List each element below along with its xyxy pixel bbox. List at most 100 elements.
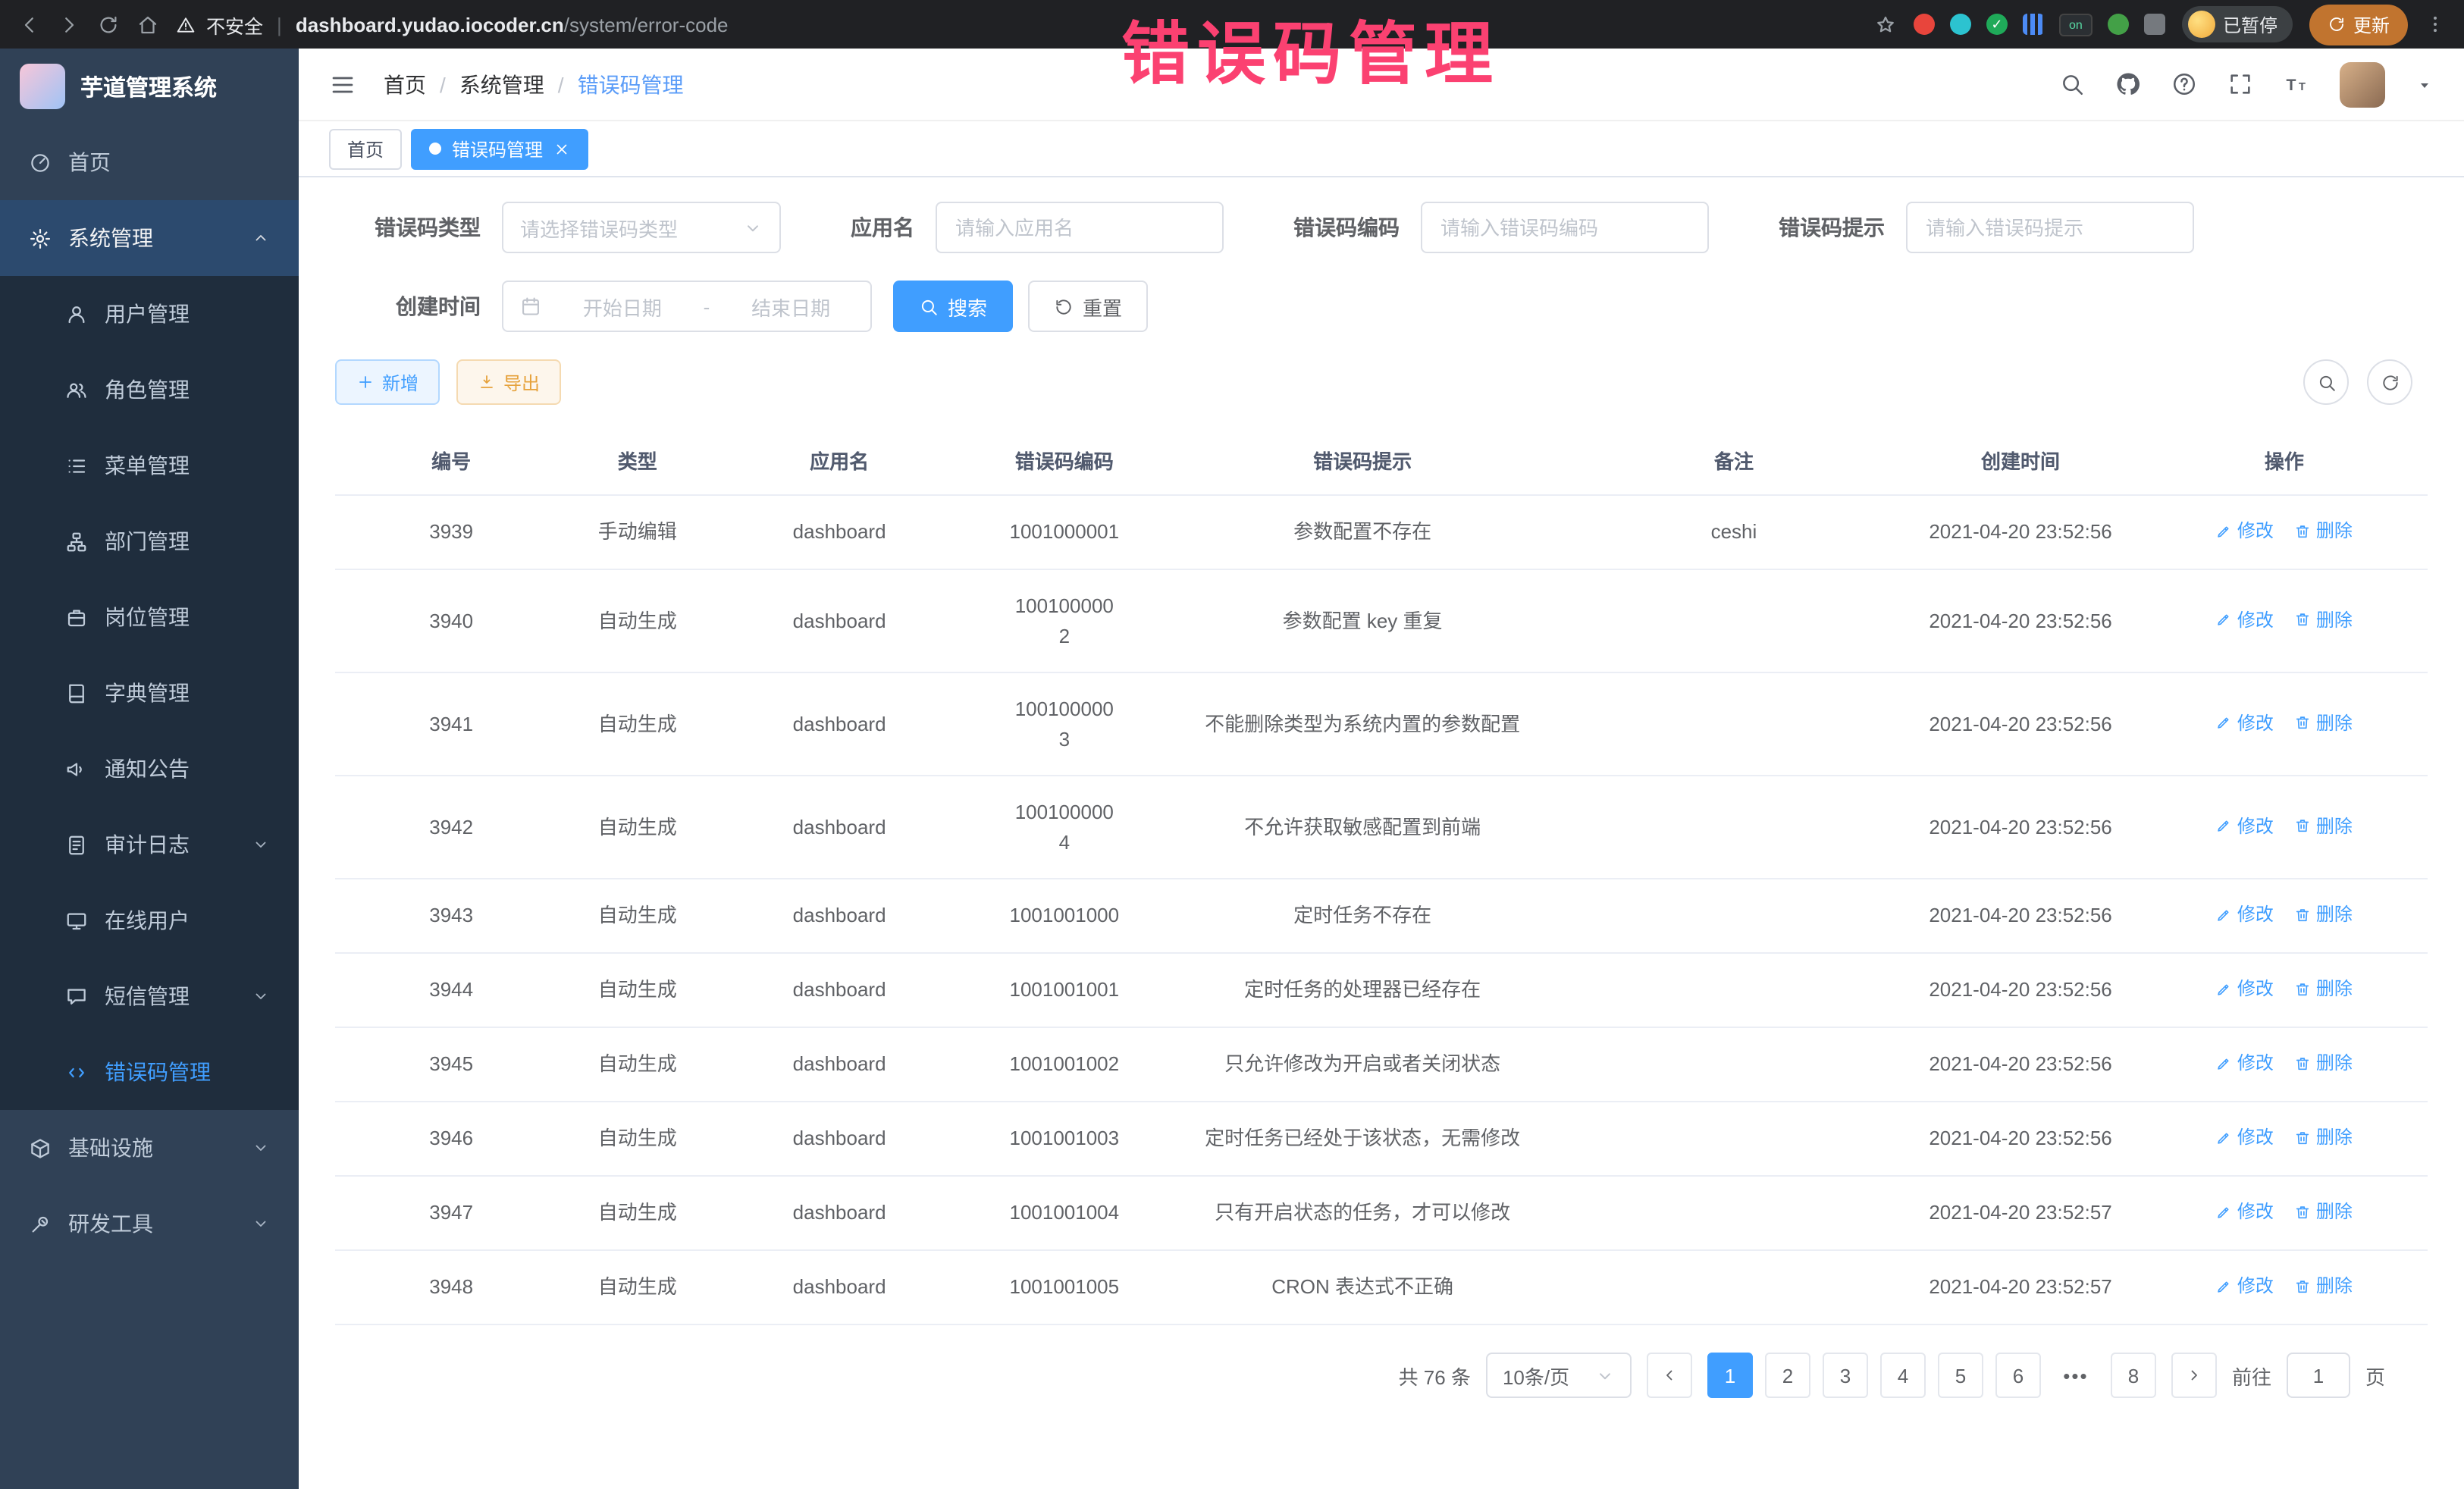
- delete-link[interactable]: 删除: [2295, 1198, 2353, 1225]
- page-button-5[interactable]: 5: [1938, 1353, 1983, 1398]
- edit-link[interactable]: 修改: [2216, 1272, 2274, 1299]
- browser-update-button[interactable]: 更新: [2309, 4, 2408, 45]
- page-button-6[interactable]: 6: [1995, 1353, 2041, 1398]
- close-icon[interactable]: [553, 140, 570, 157]
- sidebar-item-menus[interactable]: 菜单管理: [0, 428, 299, 503]
- edit-link[interactable]: 修改: [2216, 901, 2274, 928]
- chevron-down-icon: [1595, 1365, 1615, 1385]
- page-size-select[interactable]: 10条/页: [1486, 1353, 1632, 1398]
- edit-link[interactable]: 修改: [2216, 1049, 2274, 1077]
- cell-type: 自动生成: [567, 879, 707, 953]
- delete-link[interactable]: 删除: [2295, 812, 2353, 839]
- sidebar-item-roles[interactable]: 角色管理: [0, 352, 299, 428]
- error-code-input[interactable]: [1421, 202, 1709, 253]
- extension-on-badge[interactable]: on: [2059, 13, 2093, 36]
- sidebar-item-sms[interactable]: 短信管理: [0, 958, 299, 1034]
- delete-link[interactable]: 删除: [2295, 901, 2353, 928]
- extension-red-icon[interactable]: [1914, 14, 1935, 35]
- prev-page-button[interactable]: [1647, 1353, 1692, 1398]
- next-page-button[interactable]: [2171, 1353, 2217, 1398]
- error-type-select[interactable]: 请选择错误码类型: [502, 202, 781, 253]
- delete-link[interactable]: 删除: [2295, 517, 2353, 544]
- page-ellipsis[interactable]: •••: [2053, 1353, 2099, 1398]
- delete-link[interactable]: 删除: [2295, 1272, 2353, 1299]
- page-button-2[interactable]: 2: [1765, 1353, 1810, 1398]
- sidebar-item-dev-tools[interactable]: 研发工具: [0, 1186, 299, 1262]
- page-button-1[interactable]: 1: [1707, 1353, 1753, 1398]
- export-button[interactable]: 导出: [456, 359, 561, 405]
- sidebar-item-notices[interactable]: 通知公告: [0, 731, 299, 807]
- delete-link[interactable]: 删除: [2295, 709, 2353, 736]
- goto-page-input[interactable]: [2287, 1353, 2350, 1398]
- browser-menu-icon[interactable]: [2425, 14, 2446, 35]
- edit-link[interactable]: 修改: [2216, 606, 2274, 633]
- edit-link[interactable]: 修改: [2216, 975, 2274, 1002]
- extension-teal-icon[interactable]: [1950, 14, 1971, 35]
- cell-code: 1001001002: [971, 1027, 1158, 1102]
- error-message-input[interactable]: [1906, 202, 2194, 253]
- extensions-puzzle-icon[interactable]: [2144, 14, 2165, 35]
- delete-link[interactable]: 删除: [2295, 1124, 2353, 1151]
- reset-button[interactable]: 重置: [1028, 281, 1148, 332]
- collapse-sidebar-icon[interactable]: [329, 71, 356, 98]
- tab-home[interactable]: 首页: [329, 128, 402, 169]
- browser-back-icon[interactable]: [18, 13, 41, 36]
- sidebar-item-dictionaries[interactable]: 字典管理: [0, 655, 299, 731]
- sidebar-item-departments[interactable]: 部门管理: [0, 503, 299, 579]
- delete-link[interactable]: 删除: [2295, 975, 2353, 1002]
- edit-icon: [2216, 611, 2233, 628]
- sidebar-item-positions[interactable]: 岗位管理: [0, 579, 299, 655]
- add-button[interactable]: 新增: [335, 359, 440, 405]
- cell-message: 不能删除类型为系统内置的参数配置: [1158, 672, 1568, 776]
- cell-message: 定时任务已经处于该状态，无需修改: [1158, 1102, 1568, 1176]
- user-avatar[interactable]: [2340, 61, 2385, 107]
- toggle-search-button[interactable]: [2303, 359, 2349, 405]
- fullscreen-icon[interactable]: [2227, 71, 2253, 97]
- refresh-table-button[interactable]: [2367, 359, 2412, 405]
- edit-icon: [2216, 714, 2233, 731]
- page-button-3[interactable]: 3: [1823, 1353, 1868, 1398]
- edit-link[interactable]: 修改: [2216, 812, 2274, 839]
- sidebar-item-users[interactable]: 用户管理: [0, 276, 299, 352]
- sidebar-item-error-codes[interactable]: 错误码管理: [0, 1034, 299, 1110]
- breadcrumb-item[interactable]: 系统管理: [459, 69, 544, 99]
- help-icon[interactable]: [2171, 71, 2197, 97]
- security-label: 不安全: [206, 10, 263, 39]
- app-name-input[interactable]: [936, 202, 1224, 253]
- extension-green-check-icon[interactable]: [1986, 14, 2008, 35]
- browser-reload-icon[interactable]: [97, 13, 120, 36]
- delete-link[interactable]: 删除: [2295, 606, 2353, 633]
- edit-link[interactable]: 修改: [2216, 709, 2274, 736]
- end-date-placeholder: 结束日期: [728, 292, 854, 321]
- browser-forward-icon[interactable]: [58, 13, 80, 36]
- header-search-icon[interactable]: [2059, 71, 2085, 97]
- reset-button-label: 重置: [1083, 292, 1122, 321]
- search-button[interactable]: 搜索: [893, 281, 1013, 332]
- sidebar-item-system[interactable]: 系统管理: [0, 200, 299, 276]
- sidebar-item-infrastructure[interactable]: 基础设施: [0, 1110, 299, 1186]
- page-button-8[interactable]: 8: [2111, 1353, 2156, 1398]
- extension-green-icon[interactable]: [2108, 14, 2129, 35]
- tab-error-codes[interactable]: 错误码管理: [411, 128, 588, 169]
- avatar-caret-icon[interactable]: [2415, 75, 2434, 93]
- browser-home-icon[interactable]: [136, 13, 159, 36]
- app-logo-row[interactable]: 芋道管理系统: [0, 49, 299, 124]
- github-icon[interactable]: [2115, 71, 2141, 97]
- edit-link[interactable]: 修改: [2216, 1198, 2274, 1225]
- extension-stats-icon[interactable]: [2023, 14, 2044, 35]
- delete-link[interactable]: 删除: [2295, 1049, 2353, 1077]
- breadcrumb-item[interactable]: 首页: [384, 69, 426, 99]
- font-size-icon[interactable]: TT: [2284, 71, 2309, 97]
- sidebar-item-home[interactable]: 首页: [0, 124, 299, 200]
- edit-link[interactable]: 修改: [2216, 1124, 2274, 1151]
- chevron-down-icon: [252, 1215, 270, 1233]
- address-bar[interactable]: 不安全 | dashboard.yudao.iocoder.cn/system/…: [176, 10, 729, 39]
- sidebar-item-audit-logs[interactable]: 审计日志: [0, 807, 299, 882]
- create-time-range-picker[interactable]: 开始日期 - 结束日期: [502, 281, 872, 332]
- browser-profile-badge[interactable]: 已暂停: [2182, 6, 2293, 42]
- sidebar-item-online-users[interactable]: 在线用户: [0, 882, 299, 958]
- svg-text:T: T: [2287, 76, 2296, 94]
- page-button-4[interactable]: 4: [1880, 1353, 1926, 1398]
- edit-link[interactable]: 修改: [2216, 517, 2274, 544]
- bookmark-star-icon[interactable]: [1874, 13, 1897, 36]
